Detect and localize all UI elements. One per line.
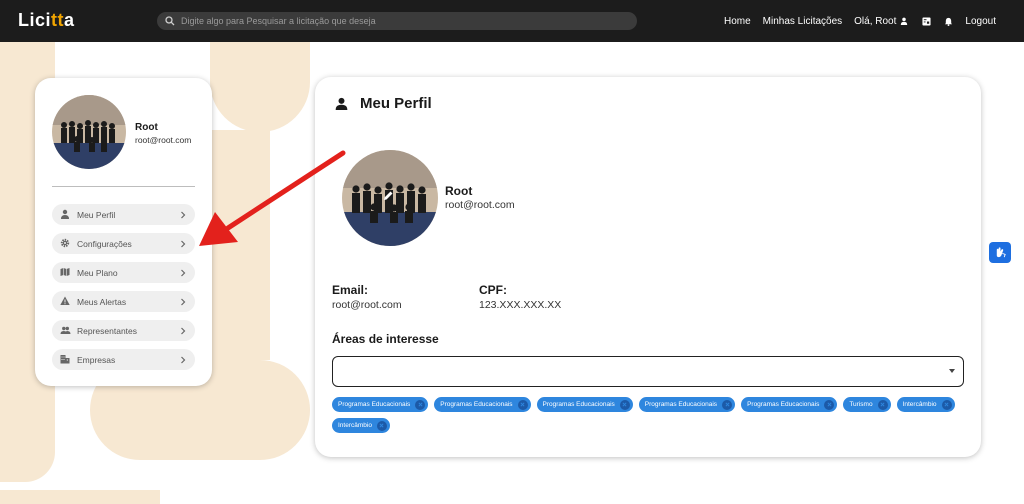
sidebar-item-meu-plano[interactable]: Meu Plano	[52, 262, 195, 283]
interest-chips: Programas Educacionais Programas Educaci…	[332, 397, 972, 433]
chevron-right-icon	[181, 327, 186, 334]
chip-label: Programas Educacionais	[440, 401, 513, 408]
sidebar-item-label: Empresas	[77, 354, 116, 365]
remove-chip-icon[interactable]	[877, 399, 888, 410]
bell-icon[interactable]	[943, 16, 953, 26]
nav-links: Home Minhas Licitações Olá, Root Logout	[724, 0, 996, 42]
logout-link[interactable]: Logout	[965, 16, 996, 27]
nav-home-link[interactable]: Home	[724, 16, 751, 27]
interest-chip: Turismo	[843, 397, 891, 412]
sidebar-item-label: Meu Perfil	[77, 209, 116, 220]
background-shape	[210, 42, 310, 132]
profile-card: Meu Perfil Root root@root.com Email: roo…	[315, 77, 981, 457]
logo[interactable]: Licitta	[18, 10, 75, 31]
interest-chip: Programas Educacionais	[536, 397, 633, 412]
person-icon	[335, 97, 348, 110]
email-label: Email:	[332, 283, 369, 297]
sidebar-item-label: Meus Alertas	[77, 296, 127, 307]
chevron-right-icon	[181, 240, 186, 247]
chevron-right-icon	[181, 269, 186, 276]
interest-chip: Intercâmbio	[332, 418, 390, 433]
divider	[52, 186, 195, 187]
nav-my-bids-link[interactable]: Minhas Licitações	[763, 16, 842, 27]
profile-name: Root	[445, 184, 473, 198]
chevron-right-icon	[181, 356, 186, 363]
gear-icon	[60, 238, 71, 249]
remove-chip-icon[interactable]	[415, 399, 426, 410]
remove-chip-icon[interactable]	[941, 399, 952, 410]
sidebar-item-meu-perfil[interactable]: Meu Perfil	[52, 204, 195, 225]
chip-label: Programas Educacionais	[644, 401, 718, 408]
cpf-value: 123.XXX.XXX.XX	[479, 299, 562, 311]
chip-label: Intercâmbio	[902, 401, 937, 408]
interest-chip: Programas Educacionais	[741, 397, 838, 412]
remove-chip-icon[interactable]	[619, 399, 630, 410]
search-input[interactable]	[181, 16, 621, 26]
sidebar-user-name: Root	[135, 122, 158, 133]
map-icon	[60, 267, 71, 278]
background-shape	[0, 490, 160, 504]
chip-label: Turismo	[849, 401, 873, 408]
sidebar-item-label: Meu Plano	[77, 267, 118, 278]
dashboard-icon[interactable]	[921, 16, 931, 26]
sidebar-user-email: root@root.com	[135, 135, 192, 145]
logo-accent: tt	[51, 10, 65, 30]
avatar	[52, 95, 126, 169]
cpf-label: CPF:	[479, 283, 507, 297]
remove-chip-icon[interactable]	[722, 399, 733, 410]
person-icon	[60, 209, 71, 220]
sign-language-icon	[996, 247, 1006, 258]
caret-down-icon	[949, 369, 955, 373]
chevron-right-icon	[181, 298, 186, 305]
remove-chip-icon[interactable]	[824, 399, 835, 410]
chip-label: Intercâmbio	[338, 422, 372, 429]
warning-icon	[60, 296, 71, 307]
person-icon	[899, 16, 909, 26]
logo-text-tail: a	[64, 10, 75, 30]
remove-chip-icon[interactable]	[517, 399, 528, 410]
logo-text: Lici	[18, 10, 52, 30]
sidebar-item-label: Representantes	[77, 325, 138, 336]
areas-select[interactable]	[332, 356, 964, 387]
interest-chip: Programas Educacionais	[434, 397, 531, 412]
sidebar-menu: Meu Perfil Configurações Meu Plano Meus …	[52, 204, 195, 378]
sidebar-item-meus-alertas[interactable]: Meus Alertas	[52, 291, 195, 312]
background-shape	[210, 130, 270, 360]
areas-title: Áreas de interesse	[332, 332, 439, 346]
interest-chip: Programas Educacionais	[638, 397, 736, 412]
top-navbar: Licitta Home Minhas Licitações Olá, Root…	[0, 0, 1024, 42]
group-icon	[60, 325, 71, 336]
email-value: root@root.com	[332, 299, 402, 311]
remove-chip-icon[interactable]	[376, 420, 387, 431]
search-icon	[165, 16, 175, 26]
building-icon	[60, 354, 71, 365]
chip-label: Programas Educacionais	[747, 401, 820, 408]
interest-chip: Intercâmbio	[896, 397, 955, 412]
interest-chip: Programas Educacionais	[332, 397, 429, 412]
chip-label: Programas Educacionais	[338, 401, 411, 408]
sidebar-card: Root root@root.com Meu Perfil Configuraç…	[35, 78, 212, 386]
sidebar-item-empresas[interactable]: Empresas	[52, 349, 195, 370]
user-menu[interactable]: Olá, Root	[854, 16, 909, 27]
chevron-right-icon	[181, 211, 186, 218]
profile-email: root@root.com	[445, 199, 515, 211]
edit-pencil-icon[interactable]	[381, 189, 395, 203]
page-title: Meu Perfil	[360, 95, 432, 112]
chip-label: Programas Educacionais	[542, 401, 615, 408]
search-bar[interactable]	[157, 12, 637, 30]
greeting-text: Olá, Root	[854, 15, 897, 27]
sidebar-item-representantes[interactable]: Representantes	[52, 320, 195, 341]
sidebar-item-configuracoes[interactable]: Configurações	[52, 233, 195, 254]
accessibility-button[interactable]	[989, 242, 1011, 263]
sidebar-item-label: Configurações	[77, 238, 132, 249]
